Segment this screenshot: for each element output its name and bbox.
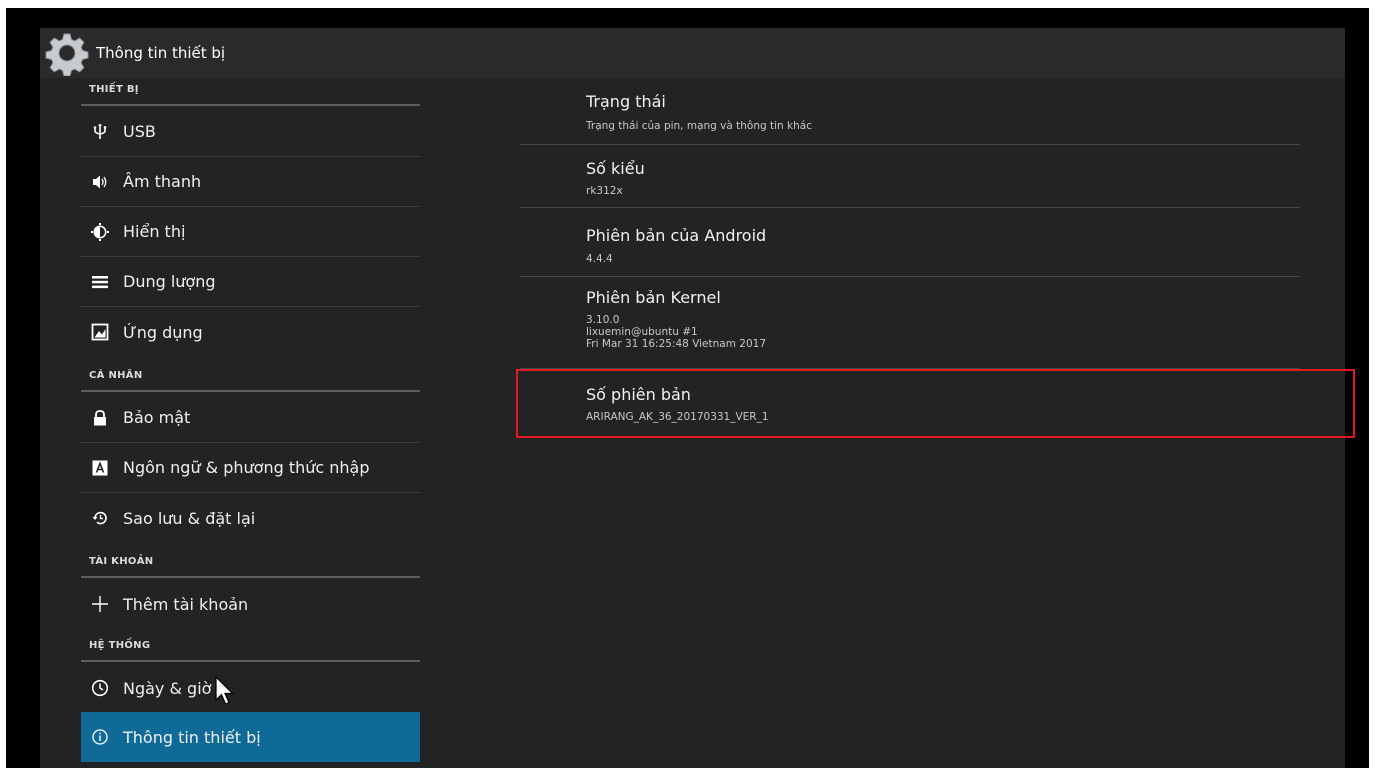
- detail-subtitle: ARIRANG_AK_36_20170331_VER_1: [586, 411, 769, 423]
- sidebar-item-label: USB: [123, 122, 156, 141]
- detail-item-build-number[interactable]: Số phiên bản ARIRANG_AK_36_20170331_VER_…: [520, 369, 1300, 438]
- sidebar-item-label: Ứng dụng: [123, 322, 203, 342]
- sidebar-item-label: Ngôn ngữ & phương thức nhập: [123, 458, 370, 477]
- gear-icon[interactable]: [44, 30, 90, 76]
- sidebar-item-label: Sao lưu & đặt lại: [123, 508, 256, 528]
- detail-subtitle: lixuemin@ubuntu #1: [586, 326, 698, 338]
- action-bar: Thông tin thiết bị: [6, 8, 1369, 78]
- settings-body: THIẾT BỊ USB Âm thanh Hiển thị Dung lượn…: [40, 78, 1355, 768]
- sidebar-item-backup-reset[interactable]: Sao lưu & đặt lại: [81, 493, 420, 543]
- sidebar-item-label: Âm thanh: [123, 172, 202, 191]
- detail-item-status[interactable]: Trạng thái Trạng thái của pin, mạng và t…: [520, 78, 1300, 145]
- app-title: Thông tin thiết bị: [96, 44, 226, 62]
- detail-title: Số kiểu: [586, 159, 645, 178]
- sidebar-item-add-account[interactable]: Thêm tài khoản: [81, 579, 420, 629]
- mouse-cursor-icon: [215, 676, 234, 705]
- apps-icon: [91, 323, 109, 341]
- detail-title: Phiên bản của Android: [586, 226, 767, 245]
- usb-icon: [91, 123, 109, 141]
- detail-item-android-version[interactable]: Phiên bản của Android 4.4.4: [520, 208, 1300, 277]
- sidebar-item-apps[interactable]: Ứng dụng: [81, 307, 420, 357]
- sidebar-item-usb[interactable]: USB: [81, 107, 420, 157]
- sidebar-item-storage[interactable]: Dung lượng: [81, 257, 420, 307]
- sidebar-item-label: Hiển thị: [123, 222, 186, 241]
- detail-subtitle: rk312x: [586, 185, 623, 197]
- detail-subtitle: 3.10.0: [586, 314, 620, 326]
- action-bar-inner: Thông tin thiết bị: [40, 28, 1345, 78]
- language-icon: [91, 459, 109, 477]
- detail-subtitle: Trạng thái của pin, mạng và thông tin kh…: [586, 120, 812, 132]
- sidebar-item-about-device[interactable]: Thông tin thiết bị: [81, 712, 420, 762]
- detail-item-model[interactable]: Số kiểu rk312x: [520, 145, 1300, 208]
- section-header-system: HỆ THỐNG: [81, 634, 420, 662]
- clock-icon: [91, 679, 109, 697]
- device-info-list: Trạng thái Trạng thái của pin, mạng và t…: [520, 78, 1300, 768]
- sidebar-item-security[interactable]: Bảo mật: [81, 393, 420, 443]
- lock-icon: [91, 409, 109, 427]
- backup-icon: [91, 509, 109, 527]
- detail-title: Số phiên bản: [586, 385, 691, 404]
- detail-subtitle: Fri Mar 31 16:25:48 Vietnam 2017: [586, 338, 767, 350]
- detail-subtitle: 4.4.4: [586, 253, 613, 265]
- sidebar-item-display[interactable]: Hiển thị: [81, 207, 420, 257]
- storage-icon: [91, 273, 109, 291]
- screen: Thông tin thiết bị THIẾT BỊ USB Âm thanh: [6, 8, 1369, 768]
- sidebar-item-sound[interactable]: Âm thanh: [81, 157, 420, 207]
- sidebar-item-date-time[interactable]: Ngày & giờ: [81, 663, 420, 713]
- section-header-personal: CÁ NHÂN: [81, 364, 420, 392]
- brightness-icon: [91, 222, 109, 241]
- plus-icon: [91, 595, 109, 613]
- sidebar-item-label: Bảo mật: [123, 408, 191, 427]
- sidebar-item-label: Ngày & giờ: [123, 678, 212, 698]
- section-header-accounts: TÀI KHOẢN: [81, 550, 420, 578]
- sidebar-item-label: Thêm tài khoản: [123, 594, 249, 614]
- sidebar-item-label: Thông tin thiết bị: [123, 727, 261, 747]
- detail-title: Phiên bản Kernel: [586, 288, 721, 307]
- speaker-icon: [91, 173, 109, 191]
- settings-sidebar: THIẾT BỊ USB Âm thanh Hiển thị Dung lượn…: [81, 78, 420, 768]
- sidebar-item-label: Dung lượng: [123, 272, 216, 291]
- info-icon: [91, 728, 109, 746]
- detail-item-kernel-version[interactable]: Phiên bản Kernel 3.10.0 lixuemin@ubuntu …: [520, 277, 1300, 369]
- sidebar-item-language[interactable]: Ngôn ngữ & phương thức nhập: [81, 443, 420, 493]
- detail-title: Trạng thái: [586, 92, 666, 111]
- section-header-device: THIẾT BỊ: [81, 78, 420, 106]
